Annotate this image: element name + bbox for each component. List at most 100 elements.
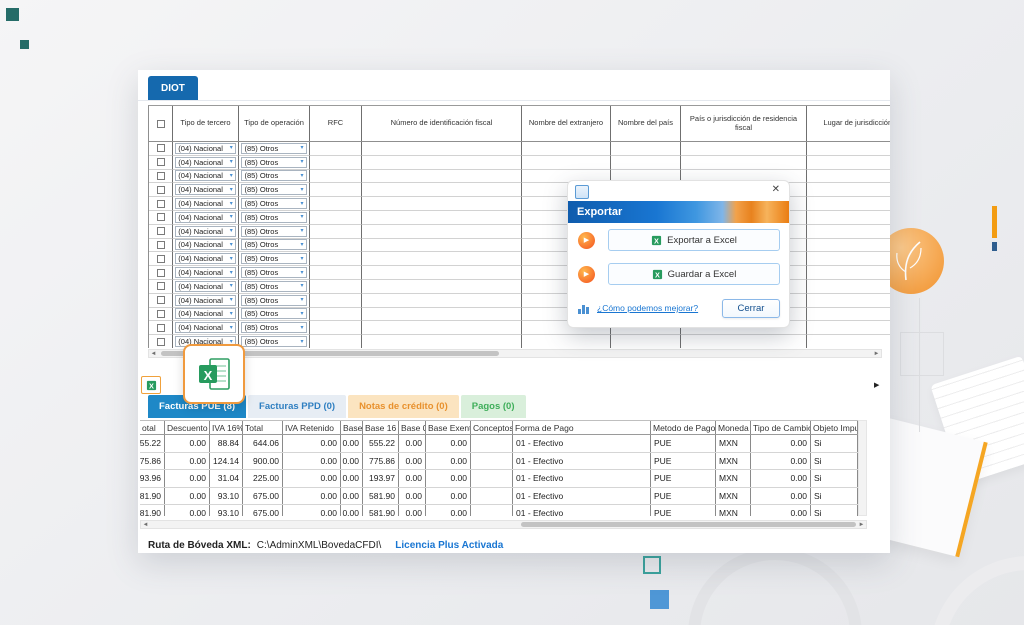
license-link[interactable]: Licencia Plus Activada [395,540,503,551]
empty-cell[interactable] [362,225,522,239]
empty-cell[interactable] [807,321,890,335]
empty-cell[interactable] [310,156,362,170]
tipo-tercero-dropdown[interactable]: (04) Nacional▾ [175,281,235,292]
empty-cell[interactable] [310,335,362,348]
tipo-tercero-dropdown[interactable]: (04) Nacional▾ [175,239,235,250]
empty-cell[interactable] [310,170,362,184]
detail-table-hscrollbar[interactable]: ◄ ► [140,520,867,529]
tipo-tercero-dropdown[interactable]: (04) Nacional▾ [175,170,235,181]
empty-cell[interactable] [807,183,890,197]
empty-cell[interactable] [807,197,890,211]
empty-cell[interactable] [310,280,362,294]
empty-cell[interactable] [362,252,522,266]
tipo-operacion-dropdown[interactable]: (85) Otros▾ [241,267,306,278]
empty-cell[interactable] [681,142,807,156]
tipo-tercero-dropdown[interactable]: (04) Nacional▾ [175,295,235,306]
tipo-tercero-dropdown[interactable]: (04) Nacional▾ [175,198,235,209]
scroll-left-icon[interactable]: ◄ [141,521,150,530]
tab-notas-credito[interactable]: Notas de crédito (0) [348,395,459,418]
feedback-link[interactable]: ¿Cómo podemos mejorar? [597,303,698,313]
tipo-operacion-dropdown[interactable]: (85) Otros▾ [241,157,306,168]
table-row[interactable]: 75.860.00124.14900.000.000.00775.860.000… [140,453,858,471]
empty-cell[interactable] [362,211,522,225]
empty-cell[interactable] [807,211,890,225]
row-checkbox[interactable] [157,282,165,290]
empty-cell[interactable] [310,211,362,225]
tipo-operacion-dropdown[interactable]: (85) Otros▾ [241,198,306,209]
tipo-operacion-dropdown[interactable]: (85) Otros▾ [241,226,306,237]
empty-cell[interactable] [310,183,362,197]
main-table-hscrollbar[interactable]: ◄ ► [148,349,882,358]
empty-cell[interactable] [807,225,890,239]
empty-cell[interactable] [362,197,522,211]
empty-cell[interactable] [362,294,522,308]
empty-cell[interactable] [807,266,890,280]
tipo-operacion-dropdown[interactable]: (85) Otros▾ [241,336,306,347]
empty-cell[interactable] [807,294,890,308]
tipo-operacion-dropdown[interactable]: (85) Otros▾ [241,184,306,195]
row-checkbox[interactable] [157,255,165,263]
table-row[interactable]: 81.900.0093.10675.000.000.00581.900.000.… [140,505,858,516]
empty-cell[interactable] [611,142,681,156]
tipo-operacion-dropdown[interactable]: (85) Otros▾ [241,322,306,333]
tab-facturas-ppd[interactable]: Facturas PPD (0) [248,395,346,418]
row-checkbox[interactable] [157,310,165,318]
empty-cell[interactable] [807,308,890,322]
cerrar-button[interactable]: Cerrar [722,299,780,318]
tipo-tercero-dropdown[interactable]: (04) Nacional▾ [175,157,235,168]
empty-cell[interactable] [310,294,362,308]
row-checkbox[interactable] [157,213,165,221]
tipo-tercero-dropdown[interactable]: (04) Nacional▾ [175,253,235,264]
tipo-operacion-dropdown[interactable]: (85) Otros▾ [241,212,306,223]
table-row[interactable]: 93.960.0031.04225.000.000.00193.970.000.… [140,470,858,488]
empty-cell[interactable] [310,142,362,156]
empty-cell[interactable] [362,156,522,170]
empty-cell[interactable] [310,321,362,335]
empty-cell[interactable] [611,156,681,170]
row-checkbox[interactable] [157,241,165,249]
empty-cell[interactable] [310,252,362,266]
row-checkbox[interactable] [157,158,165,166]
empty-cell[interactable] [807,252,890,266]
tab-scroll-right-icon[interactable]: ▶ [874,381,879,389]
empty-cell[interactable] [310,308,362,322]
tipo-tercero-dropdown[interactable]: (04) Nacional▾ [175,308,235,319]
export-to-excel-button[interactable]: X Exportar a Excel [608,229,780,251]
empty-cell[interactable] [310,197,362,211]
select-all-checkbox[interactable] [157,120,165,128]
table-row[interactable]: 55.220.0088.84644.060.000.00555.220.000.… [140,435,858,453]
row-checkbox[interactable] [157,227,165,235]
scrollbar-thumb[interactable] [521,522,856,527]
empty-cell[interactable] [807,156,890,170]
empty-cell[interactable] [681,156,807,170]
empty-cell[interactable] [362,266,522,280]
tipo-operacion-dropdown[interactable]: (85) Otros▾ [241,253,306,264]
close-icon[interactable]: ✕ [772,184,780,195]
tipo-tercero-dropdown[interactable]: (04) Nacional▾ [175,226,235,237]
row-checkbox[interactable] [157,200,165,208]
tipo-tercero-dropdown[interactable]: (04) Nacional▾ [175,267,235,278]
empty-cell[interactable] [310,225,362,239]
empty-cell[interactable] [362,239,522,253]
save-to-excel-button[interactable]: X Guardar a Excel [608,263,780,285]
empty-cell[interactable] [807,280,890,294]
empty-cell[interactable] [362,335,522,348]
tipo-tercero-dropdown[interactable]: (04) Nacional▾ [175,212,235,223]
tipo-tercero-dropdown[interactable]: (04) Nacional▾ [175,143,235,154]
tipo-tercero-dropdown[interactable]: (04) Nacional▾ [175,184,235,195]
detail-table-vscrollbar[interactable] [858,420,867,516]
scroll-left-icon[interactable]: ◄ [149,350,158,359]
empty-cell[interactable] [807,170,890,184]
empty-cell[interactable] [522,335,611,348]
empty-cell[interactable] [310,266,362,280]
tipo-operacion-dropdown[interactable]: (85) Otros▾ [241,295,306,306]
scroll-right-icon[interactable]: ► [872,350,881,359]
tipo-operacion-dropdown[interactable]: (85) Otros▾ [241,281,306,292]
empty-cell[interactable] [362,183,522,197]
row-checkbox[interactable] [157,338,165,346]
export-excel-mini-button[interactable]: X [141,376,161,394]
table-row[interactable]: 81.900.0093.10675.000.000.00581.900.000.… [140,488,858,506]
empty-cell[interactable] [681,335,807,348]
tab-diot[interactable]: DIOT [148,76,198,100]
empty-cell[interactable] [310,239,362,253]
